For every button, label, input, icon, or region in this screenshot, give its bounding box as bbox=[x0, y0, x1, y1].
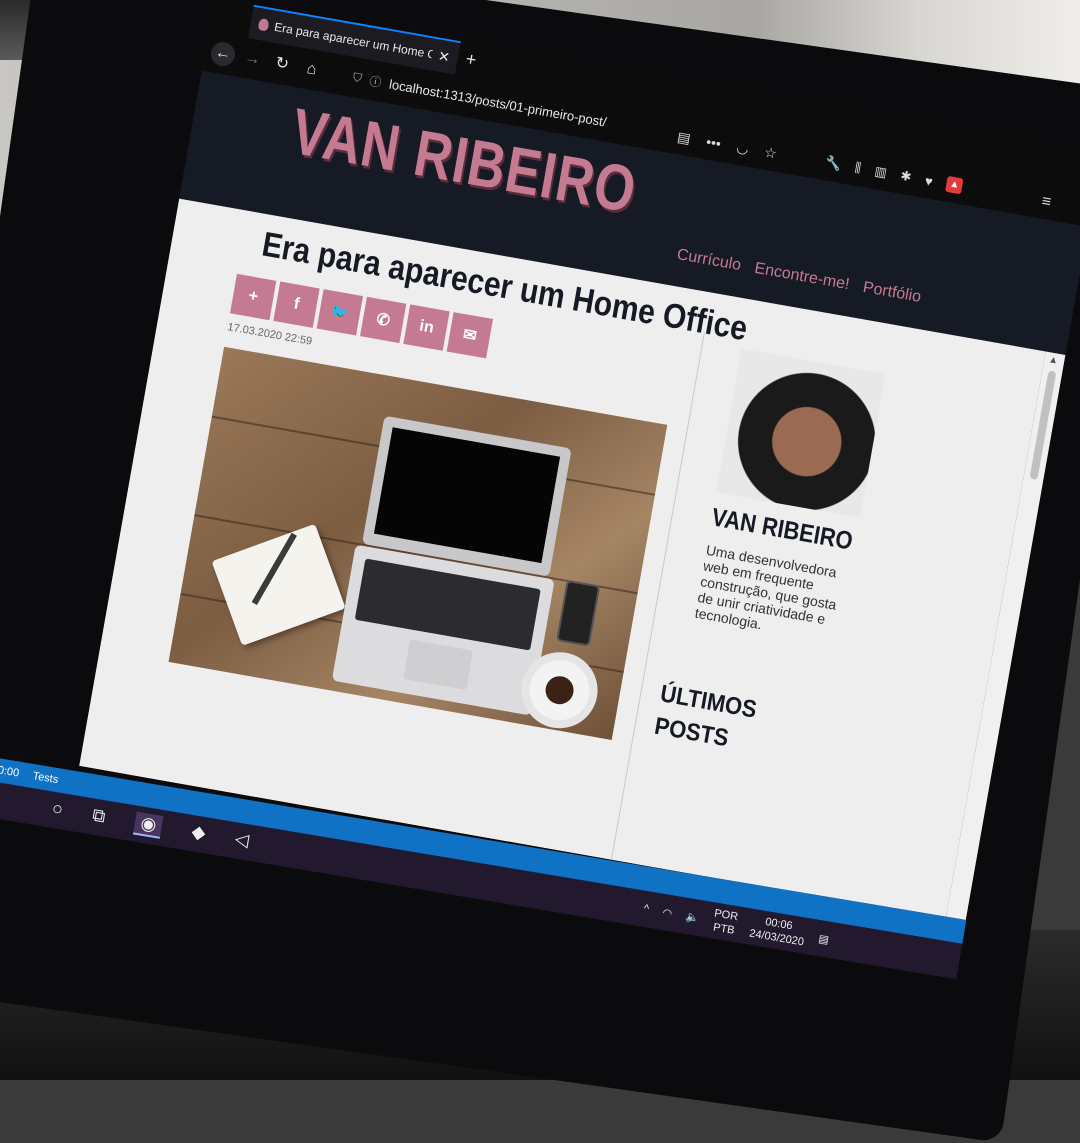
share-twitter-button[interactable]: 🐦 bbox=[316, 289, 364, 336]
volume-icon[interactable]: 🔈 bbox=[685, 909, 701, 924]
menu-icon[interactable]: ≡ bbox=[1040, 193, 1052, 212]
task-view-icon[interactable]: ⧉ bbox=[90, 805, 107, 830]
clock[interactable]: 00:06 24/03/2020 bbox=[748, 913, 807, 950]
share-facebook-button[interactable]: f bbox=[273, 281, 320, 328]
author-bio: Uma desenvolvedora web em frequente cons… bbox=[693, 541, 838, 633]
nav-link-encontre-me[interactable]: Encontre-me! bbox=[753, 260, 851, 294]
coffee bbox=[543, 673, 576, 707]
twitter-icon: 🐦 bbox=[328, 302, 352, 323]
status-time: 00:00 bbox=[0, 763, 20, 780]
linkedin-icon: in bbox=[418, 317, 436, 337]
sidebar-icon[interactable]: ▥ bbox=[873, 163, 888, 181]
notebook-illustration bbox=[211, 523, 346, 646]
wrench-icon[interactable]: 🔧 bbox=[824, 154, 843, 173]
language-indicator[interactable]: POR PTB bbox=[711, 906, 739, 938]
info-icon[interactable]: ⓘ bbox=[368, 72, 383, 91]
share-email-button[interactable]: ✉ bbox=[446, 312, 494, 359]
post-hero-image bbox=[168, 346, 668, 741]
author-avatar bbox=[716, 348, 886, 518]
extension-icon[interactable]: ✱ bbox=[899, 168, 912, 186]
heart-extension-icon[interactable]: ♥ bbox=[924, 173, 934, 189]
latest-posts-heading: ÚLTIMOS POSTS bbox=[652, 679, 759, 752]
forward-button[interactable]: → bbox=[239, 45, 267, 73]
git-app-icon[interactable]: ◆ bbox=[190, 821, 207, 846]
home-button[interactable]: ⌂ bbox=[298, 56, 326, 84]
new-tab-button[interactable]: + bbox=[464, 48, 478, 71]
reader-view-icon[interactable]: ▤ bbox=[676, 128, 692, 147]
pocket-icon[interactable]: ◡ bbox=[735, 139, 750, 158]
site-favicon-icon bbox=[257, 17, 270, 32]
firefox-taskbar-icon[interactable]: ◉ bbox=[132, 811, 164, 839]
page-actions-icon[interactable]: ••• bbox=[705, 133, 722, 152]
laptop-trackpad bbox=[403, 639, 474, 690]
share-linkedin-button[interactable]: in bbox=[403, 304, 450, 351]
plus-icon: + bbox=[247, 287, 260, 306]
library-icon[interactable]: ⫼ bbox=[854, 160, 862, 177]
red-extension-icon[interactable]: ▲ bbox=[945, 175, 964, 195]
reload-button[interactable]: ↻ bbox=[268, 51, 296, 79]
keyboard-layout: PTB bbox=[712, 921, 736, 937]
wifi-icon[interactable]: ◠ bbox=[662, 905, 674, 919]
status-tests[interactable]: Tests bbox=[32, 770, 59, 786]
laptop-display bbox=[373, 427, 561, 564]
email-icon: ✉ bbox=[461, 326, 478, 346]
tray-expand-icon[interactable]: ^ bbox=[643, 903, 650, 916]
scroll-up-icon[interactable]: ▲ bbox=[1047, 354, 1059, 367]
phone-illustration bbox=[556, 579, 601, 647]
laptop-keyboard bbox=[354, 558, 541, 651]
back-button[interactable]: ← bbox=[209, 40, 237, 68]
nav-link-portfolio[interactable]: Portfólio bbox=[861, 279, 923, 307]
vscode-taskbar-icon[interactable]: ◁ bbox=[233, 828, 250, 853]
share-whatsapp-button[interactable]: ✆ bbox=[360, 296, 407, 344]
laptop-screen: Era para aparecer um Home O ✕ + ← → ↻ ⌂ … bbox=[79, 0, 1080, 923]
search-circle-icon[interactable]: ○ bbox=[50, 798, 65, 822]
facebook-icon: f bbox=[292, 295, 301, 314]
share-plus-button[interactable]: + bbox=[230, 273, 277, 321]
nav-link-curriculo[interactable]: Currículo bbox=[675, 246, 743, 275]
close-tab-icon[interactable]: ✕ bbox=[437, 47, 451, 66]
shield-icon[interactable]: ⛉ bbox=[352, 70, 363, 86]
whatsapp-icon: ✆ bbox=[375, 310, 392, 330]
notifications-icon[interactable]: ▤ bbox=[818, 932, 830, 947]
